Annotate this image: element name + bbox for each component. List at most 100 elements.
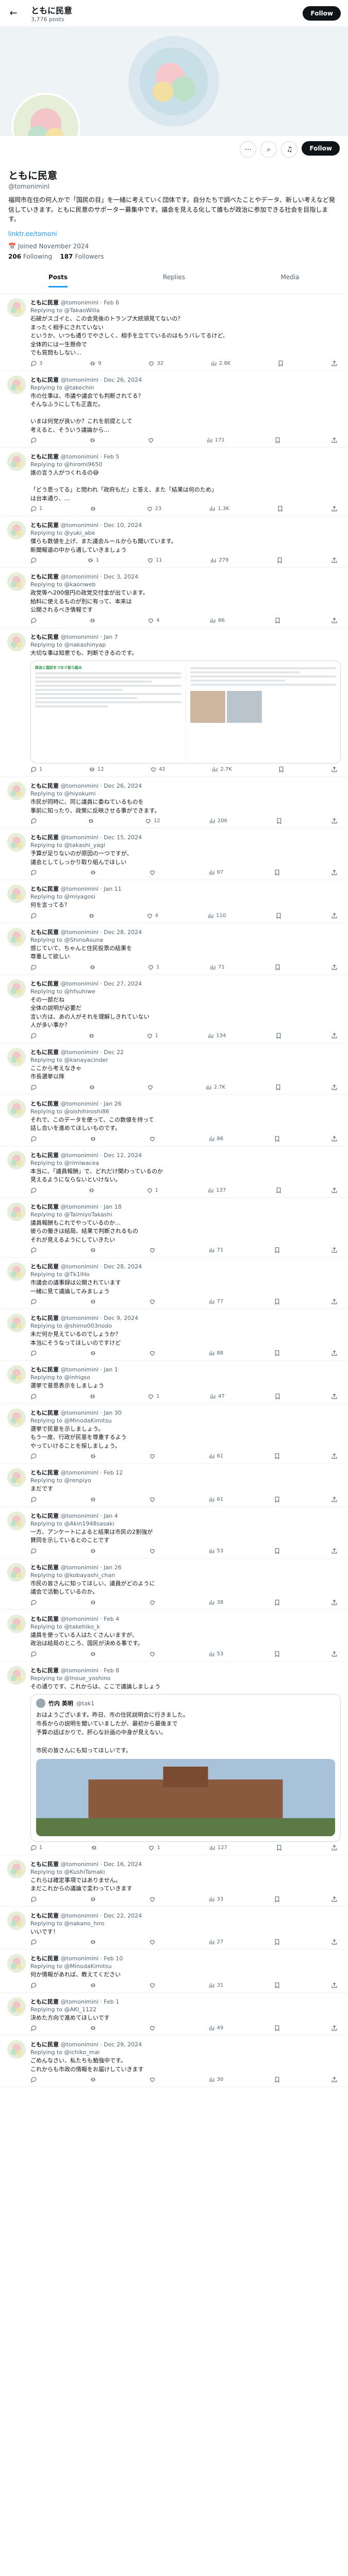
post-avatar[interactable] <box>7 1262 26 1281</box>
reply-button[interactable] <box>30 1187 39 1194</box>
post-avatar[interactable] <box>7 1614 26 1633</box>
views-button[interactable]: 86 <box>208 1136 223 1142</box>
bookmark-button[interactable] <box>277 360 284 367</box>
profile-link-text[interactable]: linktr.ee/tomoni <box>8 230 57 238</box>
share-button[interactable] <box>331 1350 338 1357</box>
bookmark-button[interactable] <box>274 1939 280 1945</box>
post-avatar[interactable] <box>7 782 26 801</box>
retweet-button[interactable]: 9 <box>89 360 102 367</box>
quoted-post[interactable]: 竹内 英明 @tak1 おはようございます。昨日、市の住民説明会に行きました。 … <box>30 1694 341 1842</box>
share-button[interactable] <box>331 1187 338 1194</box>
post-author[interactable]: ともに民意 <box>30 1955 59 1962</box>
views-button[interactable]: 71 <box>208 1247 223 1253</box>
tab-posts[interactable]: Posts <box>0 266 116 293</box>
share-button[interactable] <box>331 617 338 624</box>
post-author[interactable]: ともに民意 <box>30 834 59 841</box>
post[interactable]: ともに民意 @tomoniminl · Dec 10, 2024 Replyin… <box>0 516 348 568</box>
post-author[interactable]: ともに民意 <box>30 1998 59 2005</box>
like-button[interactable]: 4 <box>147 617 160 624</box>
reply-button[interactable] <box>30 818 39 824</box>
post[interactable]: ともに民意 @tomoniminl · Dec 28, 2024 Replyin… <box>0 923 348 975</box>
post-author[interactable]: ともに民意 <box>30 1564 59 1571</box>
retweet-button[interactable] <box>90 1298 98 1305</box>
like-button[interactable] <box>149 869 158 876</box>
share-button[interactable] <box>331 1032 338 1039</box>
views-button[interactable]: 279 <box>210 557 228 564</box>
retweet-button[interactable] <box>90 2025 98 2031</box>
views-button[interactable]: 2.7K <box>211 766 232 773</box>
post-author[interactable]: ともに民意 <box>30 929 59 936</box>
like-button[interactable] <box>147 1084 156 1091</box>
post[interactable]: ともに民意 @tomoniminl · Jan 1 Replying to @i… <box>0 1361 348 1404</box>
share-button[interactable] <box>331 1298 338 1305</box>
share-button[interactable] <box>331 1651 338 1657</box>
reply-button[interactable] <box>30 2025 39 2031</box>
like-button[interactable] <box>149 2076 158 2083</box>
like-button[interactable]: 1 <box>147 1393 160 1400</box>
reply-button[interactable]: 1 <box>30 505 42 512</box>
share-button[interactable] <box>331 1393 338 1400</box>
like-button[interactable]: 1 <box>146 1187 158 1194</box>
like-button[interactable]: 23 <box>146 505 161 512</box>
like-button[interactable]: 4 <box>146 912 158 919</box>
post-author[interactable]: ともに民意 <box>30 1469 59 1476</box>
post[interactable]: ともに民意 @tomoniminl · Jan 30 Replying to @… <box>0 1404 348 1464</box>
views-button[interactable]: 33 <box>208 1896 223 1903</box>
retweet-button[interactable] <box>90 869 98 876</box>
post-author[interactable]: ともに民意 <box>30 1366 59 1373</box>
post-author[interactable]: ともに民意 <box>30 1049 59 1056</box>
post-avatar[interactable] <box>7 1563 26 1582</box>
post-avatar[interactable] <box>7 632 26 651</box>
share-button[interactable] <box>331 1453 338 1460</box>
reply-button[interactable] <box>30 1896 39 1903</box>
reply-button[interactable] <box>30 1350 39 1357</box>
retweet-button[interactable] <box>90 1496 98 1503</box>
post-avatar[interactable] <box>7 927 26 946</box>
following-link[interactable]: 206 Following <box>8 253 52 260</box>
reply-button[interactable]: 1 <box>30 766 42 773</box>
post-author[interactable]: ともに民意 <box>30 1315 59 1321</box>
like-button[interactable]: 11 <box>147 557 162 564</box>
post[interactable]: ともに民意 @tomoniminl · Feb 1 Replying to @A… <box>0 1993 348 2036</box>
share-button[interactable] <box>331 1496 338 1503</box>
post-avatar[interactable] <box>7 1954 26 1973</box>
views-button[interactable]: 61 <box>208 1453 223 1460</box>
post-avatar[interactable] <box>7 885 26 904</box>
like-button[interactable] <box>149 1496 158 1503</box>
reply-button[interactable] <box>30 1982 39 1989</box>
post-author[interactable]: ともに民意 <box>30 573 59 580</box>
share-button[interactable] <box>331 360 338 367</box>
retweet-button[interactable] <box>89 617 98 624</box>
post-avatar[interactable] <box>7 572 26 591</box>
like-button[interactable]: 1 <box>148 1844 160 1851</box>
bookmark-button[interactable] <box>274 1247 280 1253</box>
reply-button[interactable] <box>30 1599 39 1606</box>
reply-button[interactable] <box>30 1298 39 1305</box>
like-button[interactable] <box>149 1982 158 1989</box>
retweet-button[interactable] <box>88 818 96 824</box>
post-avatar[interactable] <box>7 1468 26 1487</box>
reply-button[interactable] <box>30 1032 39 1039</box>
retweet-button[interactable] <box>90 1453 98 1460</box>
bookmark-button[interactable] <box>274 1453 280 1460</box>
bookmark-button[interactable] <box>275 1187 282 1194</box>
share-button[interactable] <box>331 818 338 824</box>
reply-button[interactable] <box>30 869 39 876</box>
share-button[interactable] <box>331 766 338 773</box>
like-button[interactable] <box>149 1453 158 1460</box>
like-button[interactable] <box>147 437 156 444</box>
post[interactable]: ともに民意 @tomoniminl · Dec 16, 2024 Replyin… <box>0 1855 348 1907</box>
retweet-button[interactable] <box>90 1350 98 1357</box>
post-author[interactable]: ともに民意 <box>30 1204 59 1210</box>
retweet-button[interactable] <box>91 1844 100 1851</box>
post-author[interactable]: ともに民意 <box>30 634 59 640</box>
post-avatar[interactable] <box>7 375 26 394</box>
notification-bell-icon[interactable]: ♫ <box>281 141 298 158</box>
post-author[interactable]: ともに民意 <box>30 522 59 529</box>
profile-follow-button[interactable]: Follow <box>302 141 340 156</box>
reply-button[interactable] <box>30 1084 39 1091</box>
views-button[interactable]: 2.7K <box>205 1084 225 1091</box>
retweet-button[interactable] <box>90 2076 98 2083</box>
bookmark-button[interactable] <box>274 1298 280 1305</box>
share-button[interactable] <box>331 505 338 512</box>
